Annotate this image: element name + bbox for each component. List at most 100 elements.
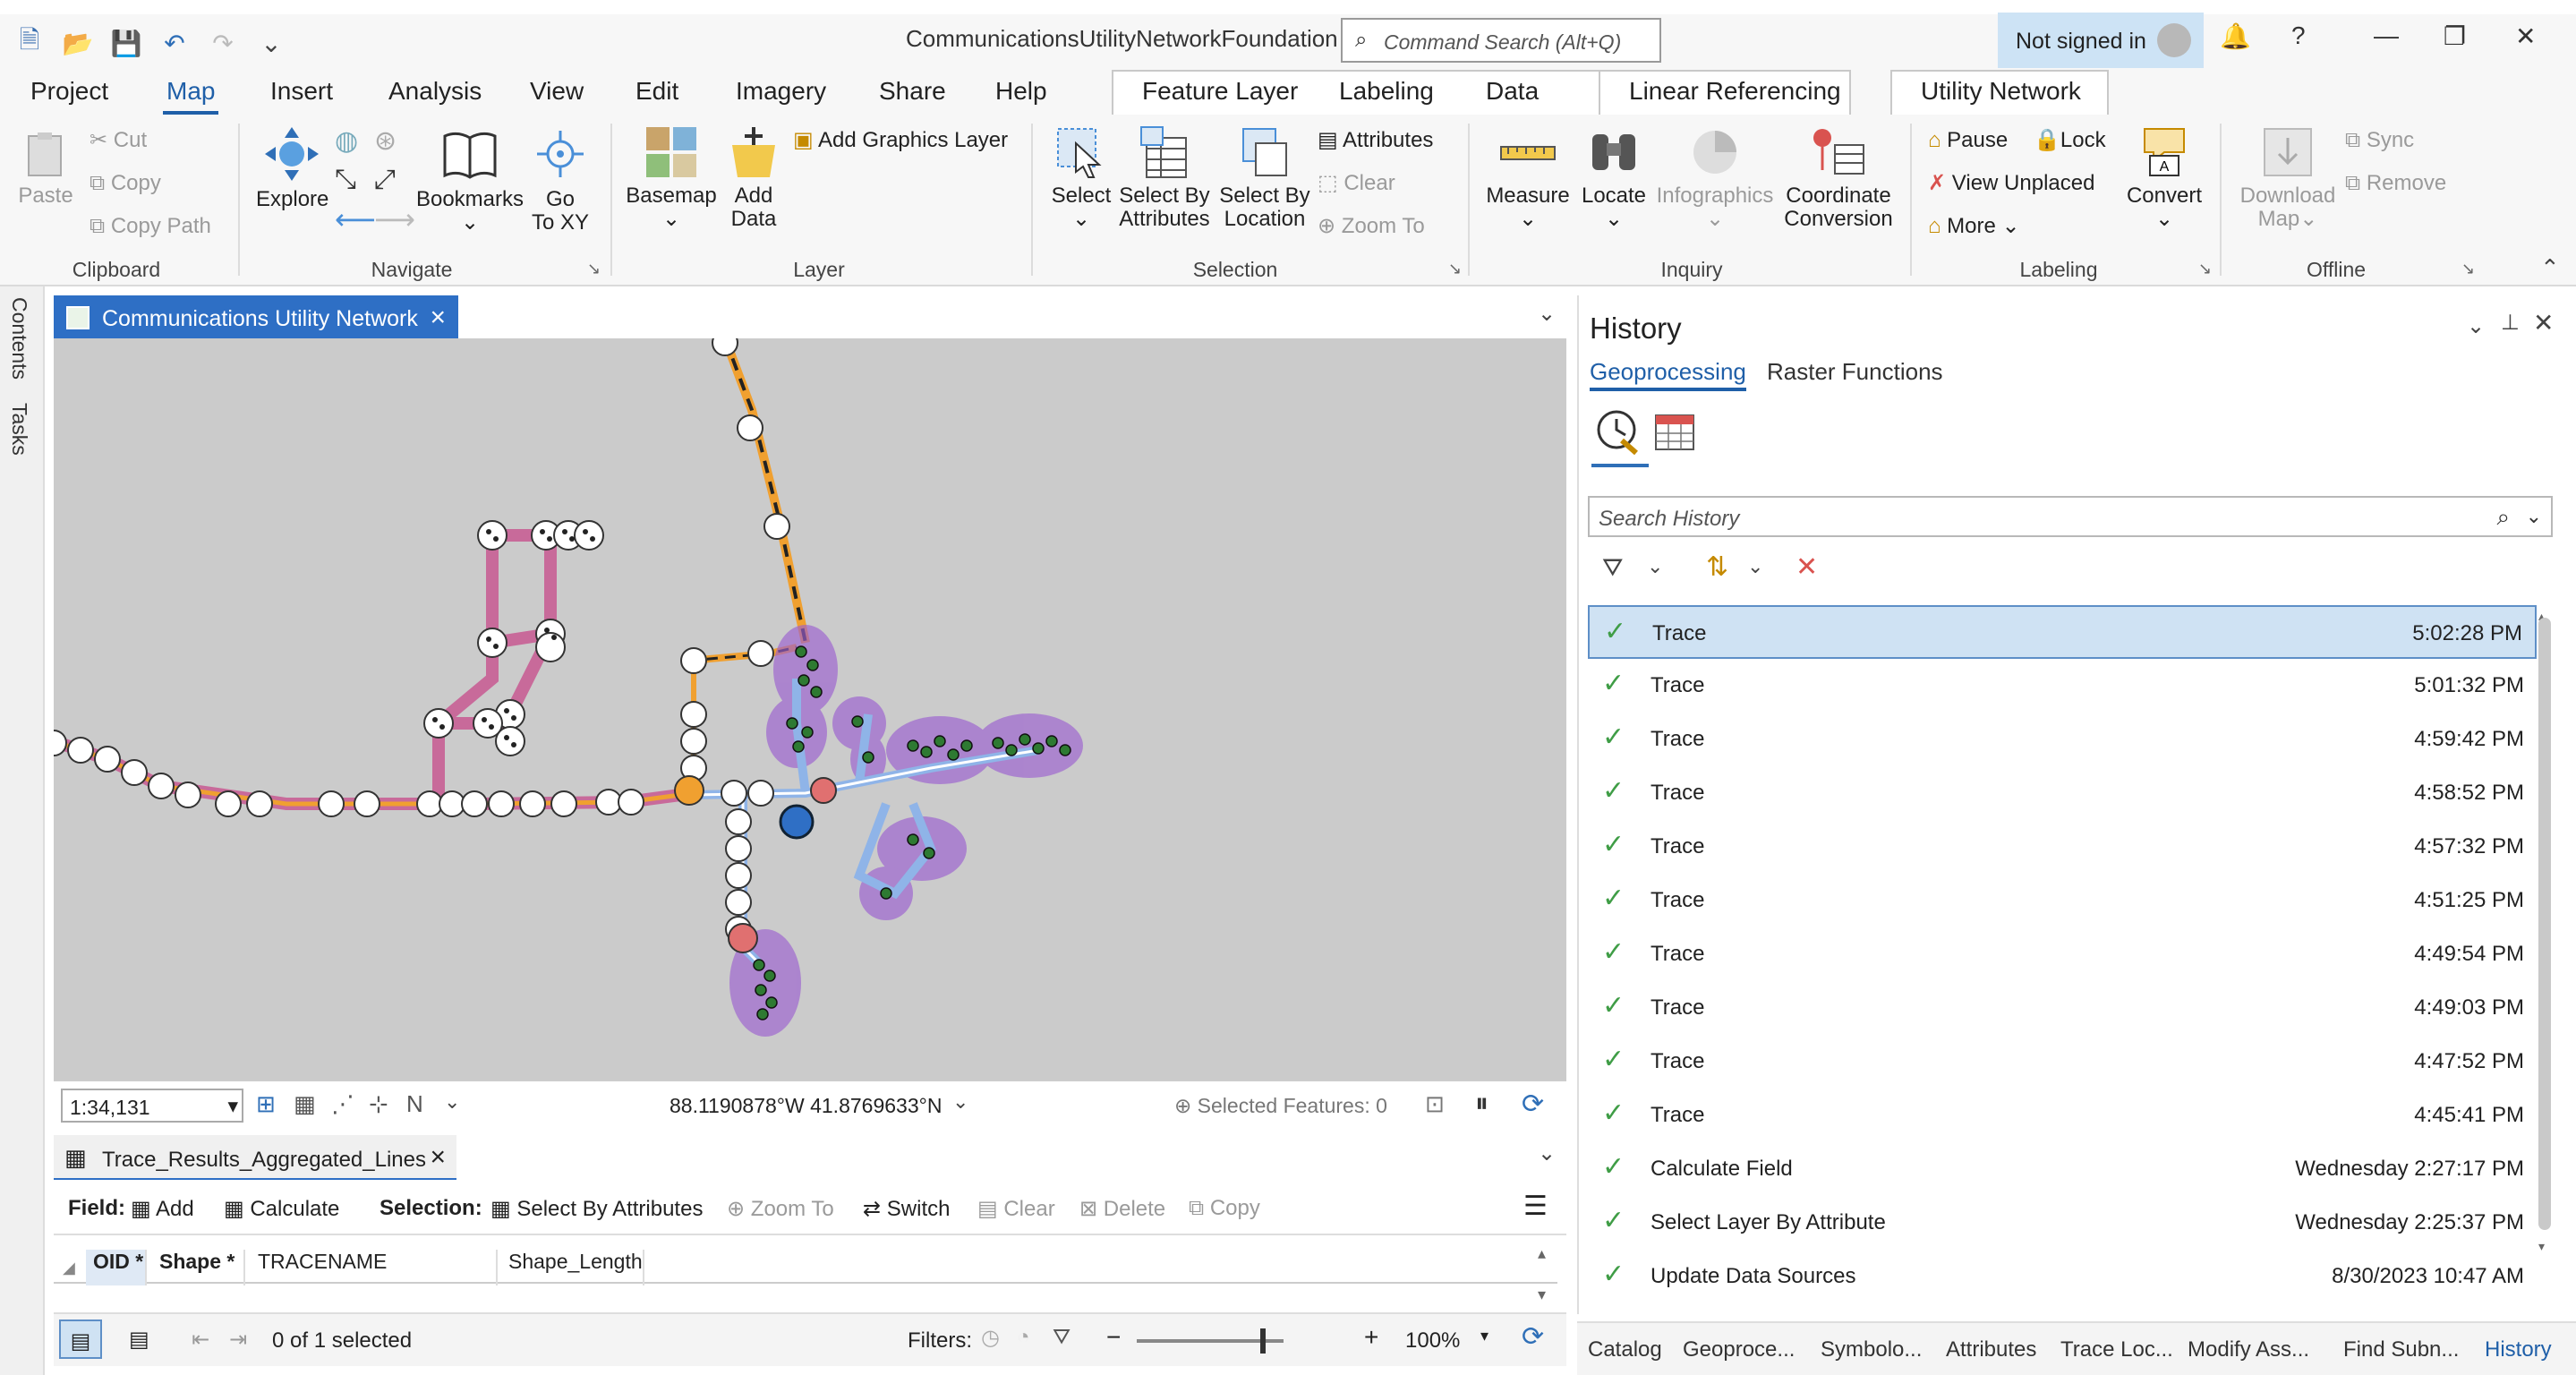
infographics-button[interactable]: Infographics ⌄	[1652, 125, 1778, 231]
time-filter-icon[interactable]: ◷	[981, 1325, 1000, 1351]
scroll-down-icon[interactable]: ▾	[2538, 1239, 2545, 1254]
sort-icon[interactable]: ⇅	[1706, 551, 1728, 583]
new-project-icon[interactable]: 🗎	[13, 21, 47, 64]
history-row[interactable]: ✓ Calculate Field Wednesday 2:27:17 PM	[1588, 1142, 2537, 1196]
undo-icon[interactable]: ↶	[158, 29, 192, 58]
tab-edit[interactable]: Edit	[635, 77, 678, 106]
tab-linear-referencing[interactable]: Linear Referencing	[1629, 77, 1841, 106]
zoom-slider-thumb[interactable]	[1260, 1328, 1266, 1354]
tab-feature-layer[interactable]: Feature Layer	[1142, 77, 1298, 106]
tab-share[interactable]: Share	[879, 77, 946, 106]
filter-icon[interactable]: ⛛	[1053, 1325, 1070, 1350]
select-by-attributes-button[interactable]: Select By Attributes	[1117, 125, 1212, 231]
history-row[interactable]: ✓ Trace 4:49:54 PM	[1588, 927, 2537, 981]
history-row[interactable]: ✓ Trace 4:58:52 PM	[1588, 766, 2537, 820]
table-select-by-attributes-button[interactable]: ▦ Select By Attributes	[490, 1196, 703, 1222]
minimize-icon[interactable]: —	[2374, 21, 2399, 50]
dialog-launcher-icon[interactable]: ↘	[2461, 260, 2475, 278]
history-row[interactable]: ✓ Trace 5:02:28 PM	[1588, 605, 2537, 659]
table-grid-icon[interactable]: ▦	[294, 1090, 316, 1118]
table-delete-button[interactable]: ⊠ Delete	[1079, 1196, 1165, 1222]
chevron-down-icon[interactable]: ⌄	[1647, 555, 1663, 578]
sign-in-button[interactable]: Not signed in	[1998, 13, 2204, 68]
table-copy-button[interactable]: ⧉ Copy	[1189, 1196, 1260, 1221]
previous-record-icon[interactable]: ⇤	[192, 1327, 209, 1353]
tab-modify-associations[interactable]: Modify Ass...	[2188, 1337, 2309, 1362]
zoom-in-icon[interactable]: +	[1364, 1323, 1378, 1352]
full-extent-icon[interactable]: ◍	[335, 125, 358, 157]
scroll-down-icon[interactable]: ▾	[1538, 1285, 1546, 1304]
save-project-icon[interactable]: 💾	[109, 29, 143, 58]
fixed-zoom-in-icon[interactable]: ⤡	[335, 165, 356, 195]
select-button[interactable]: Select ⌄	[1044, 125, 1119, 231]
tab-labeling[interactable]: Labeling	[1339, 77, 1434, 106]
bookmarks-button[interactable]: Bookmarks ⌄	[414, 125, 526, 235]
pane-options-icon[interactable]: ⌄	[2467, 313, 2485, 339]
zoom-previous-icon[interactable]: ⊛	[374, 125, 397, 157]
close-pane-icon[interactable]: ✕	[2533, 308, 2554, 337]
coordinate-conversion-button[interactable]: Coordinate Conversion	[1781, 125, 1896, 231]
zoom-level[interactable]: 100%	[1405, 1328, 1460, 1354]
add-graphics-layer-button[interactable]: ▣ Add Graphics Layer	[793, 127, 1008, 154]
dialog-launcher-icon[interactable]: ↘	[587, 260, 601, 278]
history-row[interactable]: ✓ Select Layer By Attribute Wednesday 2:25…	[1588, 1196, 2537, 1250]
refresh-lock-icon[interactable]: ⊡	[1425, 1090, 1445, 1118]
tab-data[interactable]: Data	[1486, 77, 1539, 106]
copy-button[interactable]: ⧉ Copy	[90, 170, 161, 197]
clear-selection-button[interactable]: ⬚ Clear	[1318, 170, 1395, 197]
tab-geoprocessing-pane[interactable]: Geoproce...	[1683, 1337, 1795, 1362]
tab-raster-functions[interactable]: Raster Functions	[1767, 358, 1943, 386]
collapse-ribbon-icon[interactable]: ⌃	[2540, 254, 2560, 282]
history-row[interactable]: ✓ Trace 4:49:03 PM	[1588, 981, 2537, 1035]
zoom-out-icon[interactable]: −	[1106, 1323, 1121, 1352]
cut-button[interactable]: ✂ Cut	[90, 127, 147, 154]
tab-attributes[interactable]: Attributes	[1946, 1337, 2036, 1362]
switch-selection-button[interactable]: ⇄ Switch	[863, 1196, 950, 1222]
locate-button[interactable]: Locate ⌄	[1577, 125, 1651, 231]
command-search-input[interactable]: ⌕ Command Search (Alt+Q)	[1341, 18, 1661, 63]
pause-labeling-button[interactable]: ⌂ Pause	[1928, 127, 2008, 154]
view-unplaced-button[interactable]: ✗ View Unplaced	[1928, 170, 2094, 197]
range-filter-icon[interactable]: ◔	[1017, 1325, 1030, 1350]
restore-icon[interactable]: ❐	[2444, 21, 2466, 51]
history-row[interactable]: ✓ Trace 5:01:32 PM	[1588, 659, 2537, 713]
chevron-down-icon[interactable]: ⌄	[1538, 1140, 1556, 1166]
history-row[interactable]: ✓ Trace 4:59:42 PM	[1588, 713, 2537, 766]
selected-features-label[interactable]: ⊕ Selected Features: 0	[1174, 1094, 1387, 1118]
sync-button[interactable]: ⧉ Sync	[2345, 127, 2414, 154]
basemap-button[interactable]: Basemap ⌄	[623, 125, 720, 231]
dialog-launcher-icon[interactable]: ↘	[1448, 260, 1462, 278]
tab-symbology[interactable]: Symbolo...	[1821, 1337, 1922, 1362]
forward-arrow-icon[interactable]: ⟶	[374, 202, 415, 236]
tab-trace-locations[interactable]: Trace Loc...	[2060, 1337, 2173, 1362]
help-button[interactable]: ?	[2291, 21, 2306, 50]
calendar-view-button[interactable]	[1652, 408, 1697, 457]
history-row[interactable]: ✓ Trace 4:47:52 PM	[1588, 1035, 2537, 1089]
history-scrollbar[interactable]	[2538, 618, 2551, 1230]
next-record-icon[interactable]: ⇥	[229, 1327, 247, 1353]
tab-geoprocessing[interactable]: Geoprocessing	[1590, 358, 1746, 391]
back-arrow-icon[interactable]: ⟵	[335, 202, 376, 236]
contents-pane-tab[interactable]: Contents	[7, 297, 31, 380]
map-canvas[interactable]	[54, 338, 1566, 1080]
clear-history-icon[interactable]: ✕	[1796, 551, 1818, 583]
north-arrow-icon[interactable]: N	[406, 1090, 423, 1118]
history-view-button[interactable]	[1591, 405, 1649, 467]
dialog-launcher-icon[interactable]: ↘	[2198, 260, 2212, 278]
redo-icon[interactable]: ↷	[206, 29, 240, 58]
table-menu-icon[interactable]: ☰	[1523, 1191, 1548, 1222]
table-tab[interactable]: ▦ Trace_Results_Aggregated_Lines ×	[54, 1135, 456, 1180]
chevron-down-icon[interactable]: ⌄	[1747, 555, 1763, 578]
tab-help[interactable]: Help	[995, 77, 1047, 106]
history-row[interactable]: ✓ Trace 4:45:41 PM	[1588, 1089, 2537, 1142]
zoom-to-selection-button[interactable]: ⊕ Zoom To	[1318, 213, 1425, 240]
show-selected-records-icon[interactable]: ▤	[129, 1327, 149, 1353]
download-map-button[interactable]: Download Map⌄	[2234, 125, 2341, 231]
tab-insert[interactable]: Insert	[270, 77, 333, 106]
tasks-pane-tab[interactable]: Tasks	[7, 403, 31, 456]
tab-imagery[interactable]: Imagery	[736, 77, 826, 106]
close-tab-icon[interactable]: ×	[430, 303, 446, 333]
map-tab[interactable]: Communications Utility Network ×	[54, 295, 458, 340]
search-history-input[interactable]: Search History ⌕ ⌄	[1588, 496, 2553, 537]
attributes-button[interactable]: ▤ Attributes	[1318, 127, 1433, 154]
